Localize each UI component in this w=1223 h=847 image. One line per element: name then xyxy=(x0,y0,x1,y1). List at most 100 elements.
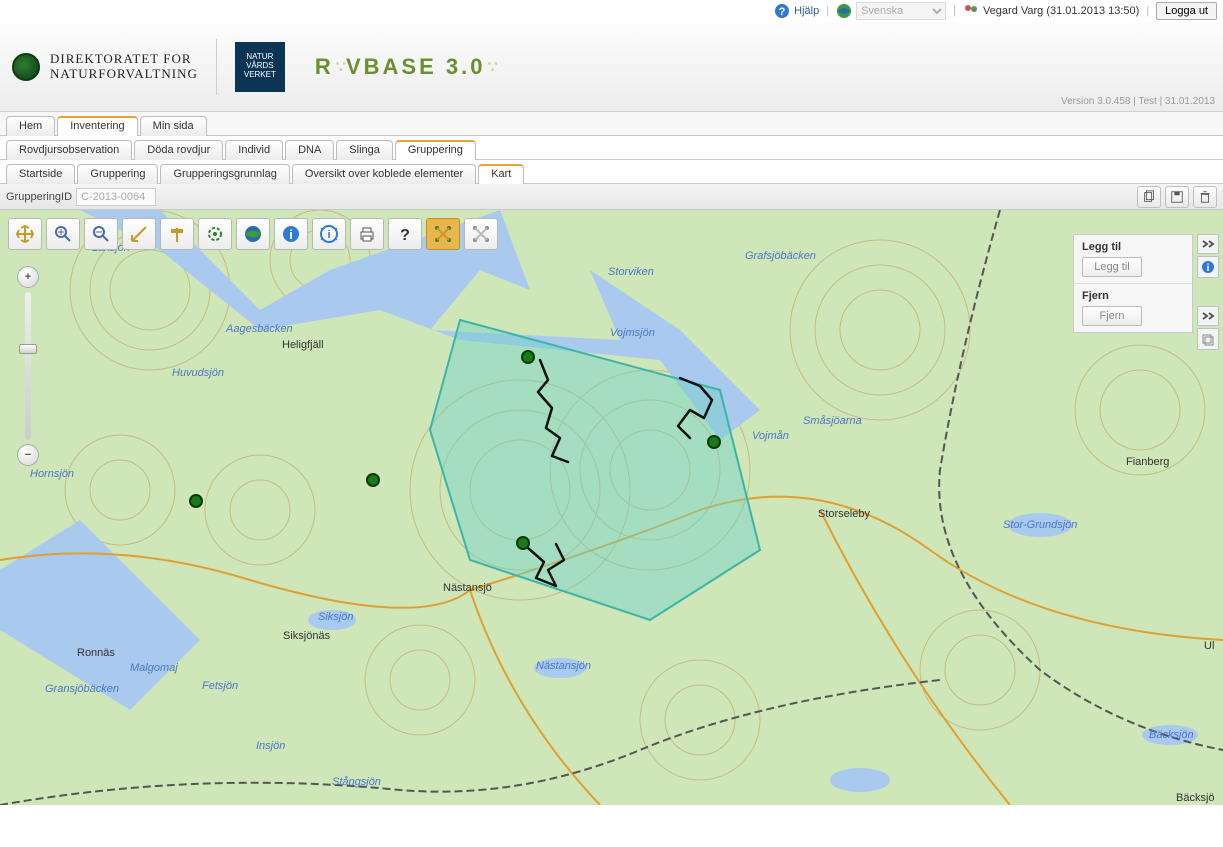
gruppering-id-label: GrupperingID xyxy=(6,191,72,203)
svg-text:i: i xyxy=(327,229,330,241)
link-cluster-tool[interactable] xyxy=(426,218,460,250)
base-map xyxy=(0,210,1223,805)
map-area[interactable]: i i? + − Legg til Legg til Fjern Fjern i xyxy=(0,210,1223,805)
observation-point[interactable] xyxy=(516,536,530,550)
zoom-in-icon xyxy=(53,224,73,244)
app-title: R ∵ VBASE 3.0 ∵ xyxy=(315,54,496,80)
pan-tool[interactable] xyxy=(8,218,42,250)
zoom-out-button[interactable]: − xyxy=(17,444,39,466)
info-region-tool[interactable]: i xyxy=(312,218,346,250)
separator: | xyxy=(1143,5,1152,17)
remove-button[interactable]: Fjern xyxy=(1082,306,1142,326)
language-select[interactable]: Svenska xyxy=(856,2,946,20)
user-info-text: Vegard Varg (31.01.2013 13:50) xyxy=(983,5,1139,17)
info-tool[interactable]: i xyxy=(274,218,308,250)
gruppering-id-input[interactable] xyxy=(76,188,156,206)
help-tool[interactable]: ? xyxy=(388,218,422,250)
delete-button[interactable] xyxy=(1193,186,1217,208)
svg-text:?: ? xyxy=(779,6,786,18)
place-label-ronnäs: Ronnäs xyxy=(77,647,115,659)
layers-button[interactable] xyxy=(1197,328,1219,350)
print-icon xyxy=(357,224,377,244)
panel-info-button[interactable]: i xyxy=(1197,256,1219,278)
place-label-fetsjön: Fetsjön xyxy=(202,680,238,692)
help-link[interactable]: Hjälp xyxy=(794,5,819,17)
collapse-panel2-button[interactable] xyxy=(1197,306,1219,326)
tab-page-gruppering[interactable]: Gruppering xyxy=(77,164,158,184)
tab-sub-slinga[interactable]: Slinga xyxy=(336,140,393,160)
place-label-bäcksjön: Bäcksjön xyxy=(1149,729,1194,741)
tab-main-min-sida[interactable]: Min sida xyxy=(140,116,207,136)
logout-button[interactable]: Logga ut xyxy=(1156,2,1217,20)
observation-point[interactable] xyxy=(189,494,203,508)
version-text: Version 3.0.458 | Test | 31.01.2013 xyxy=(1061,96,1223,111)
panel-controls-top: i xyxy=(1197,234,1219,278)
id-bar: GrupperingID xyxy=(0,184,1223,210)
help-icon: ? xyxy=(395,224,415,244)
zoom-control: + − xyxy=(16,266,40,466)
logo-naturvardsverket: NATUR VÅRDS VERKET xyxy=(235,42,285,92)
save-button[interactable] xyxy=(1165,186,1189,208)
separator: | xyxy=(823,5,832,17)
print-tool[interactable] xyxy=(350,218,384,250)
observation-point[interactable] xyxy=(366,473,380,487)
add-section-title: Legg til xyxy=(1082,241,1184,253)
place-label-fianberg: Fianberg xyxy=(1126,456,1169,468)
observation-point[interactable] xyxy=(707,435,721,449)
place-label-bäcksjö: Bäcksjö xyxy=(1176,792,1215,804)
tab-sub-dna[interactable]: DNA xyxy=(285,140,334,160)
remove-section-title: Fjern xyxy=(1082,290,1184,302)
observation-point[interactable] xyxy=(521,350,535,364)
tab-page-startside[interactable]: Startside xyxy=(6,164,75,184)
tab-page-oversikt-over-koblede-elementer[interactable]: Oversikt over koblede elementer xyxy=(292,164,476,184)
globe-tool[interactable] xyxy=(236,218,270,250)
tab-page-kart[interactable]: Kart xyxy=(478,164,524,184)
svg-text:i: i xyxy=(1207,263,1210,274)
zoom-in-button[interactable]: + xyxy=(17,266,39,288)
side-panel: Legg til Legg til Fjern Fjern xyxy=(1073,234,1193,333)
signpost-tool[interactable] xyxy=(160,218,194,250)
measure-tool[interactable] xyxy=(122,218,156,250)
tab-sub-rovdjursobservation[interactable]: Rovdjursobservation xyxy=(6,140,132,160)
zoom-slider-track[interactable] xyxy=(25,292,31,440)
place-label-siksjönäs: Siksjönäs xyxy=(283,630,330,642)
tab-sub-gruppering[interactable]: Gruppering xyxy=(395,140,476,160)
separator xyxy=(216,39,217,95)
zoom-slider-handle[interactable] xyxy=(19,344,37,354)
map-toolbar: i i? xyxy=(8,218,498,250)
tab-sub-döda-rovdjur[interactable]: Döda rovdjur xyxy=(134,140,223,160)
dn-title-line2: NATURFORVALTNING xyxy=(50,67,198,81)
sub-tabs: RovdjursobservationDöda rovdjurIndividDN… xyxy=(0,136,1223,160)
place-label-vojmsjön: Vojmsjön xyxy=(610,327,655,339)
info-icon: i xyxy=(281,224,301,244)
add-button[interactable]: Legg til xyxy=(1082,257,1142,277)
place-label-nästansjön: Nästansjön xyxy=(536,660,591,672)
place-label-stångsjön: Stångsjön xyxy=(332,776,381,788)
place-label-vojmån: Vojmån xyxy=(752,430,789,442)
paw-icon: ∵ xyxy=(487,57,495,77)
separator: | xyxy=(950,5,959,17)
place-label-siksjön: Siksjön xyxy=(318,611,353,623)
place-label-stor-grundsjön: Stor-Grundsjön xyxy=(1003,519,1077,531)
copy-button[interactable] xyxy=(1137,186,1161,208)
link-cluster-icon xyxy=(433,224,453,244)
paw-icon: ∵ xyxy=(336,57,344,77)
tab-main-inventering[interactable]: Inventering xyxy=(57,116,137,136)
tab-page-grupperingsgrunnlag[interactable]: Grupperingsgrunnlag xyxy=(160,164,289,184)
place-label-småsjöarna: Småsjöarna xyxy=(803,415,862,427)
collapse-panel-button[interactable] xyxy=(1197,234,1219,254)
signpost-icon xyxy=(167,224,187,244)
tab-sub-individ[interactable]: Individ xyxy=(225,140,283,160)
place-label-gransjöbäcken: Gransjöbäcken xyxy=(45,683,119,695)
zoom-in-tool[interactable] xyxy=(46,218,80,250)
unlink-cluster-icon xyxy=(471,224,491,244)
pan-icon xyxy=(15,224,35,244)
place-label-huvudsjön: Huvudsjön xyxy=(172,367,224,379)
nv-line3: VERKET xyxy=(244,71,276,80)
unlink-cluster-tool[interactable] xyxy=(464,218,498,250)
zoom-out-tool[interactable] xyxy=(84,218,118,250)
place-label-aagesbäcken: Aagesbäcken xyxy=(226,323,293,335)
svg-text:?: ? xyxy=(400,227,410,244)
target-tool[interactable] xyxy=(198,218,232,250)
tab-main-hem[interactable]: Hem xyxy=(6,116,55,136)
